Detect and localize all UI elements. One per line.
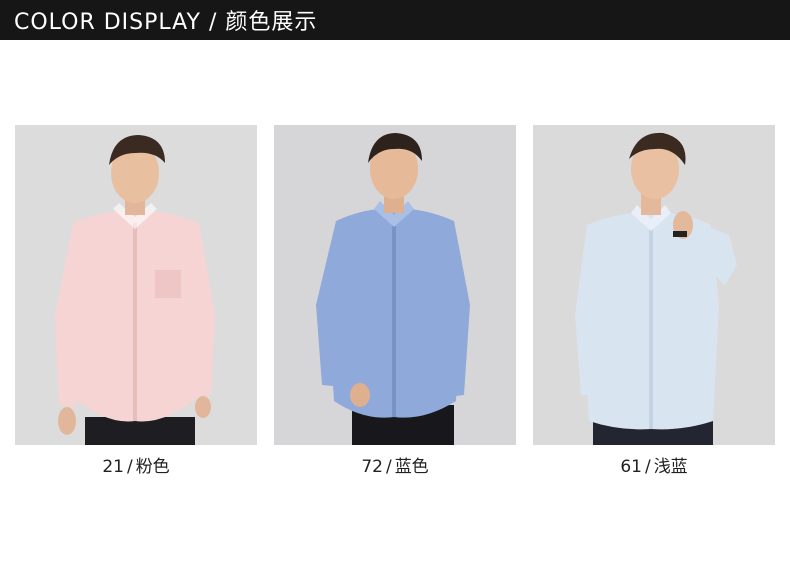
- product-photo-pink[interactable]: [15, 125, 257, 445]
- caption-separator: /: [126, 457, 133, 477]
- color-code: 61: [620, 457, 642, 477]
- product-caption: 61/浅蓝: [533, 452, 775, 477]
- model-light-blue-shirt-image: [533, 125, 775, 445]
- caption-separator: /: [385, 457, 392, 477]
- color-name: 浅蓝: [653, 457, 688, 477]
- product-caption: 72/蓝色: [274, 452, 516, 477]
- model-blue-shirt-image: [274, 125, 516, 445]
- color-name: 粉色: [135, 457, 170, 477]
- section-header: COLOR DISPLAY / 颜色展示: [0, 0, 790, 40]
- product-caption: 21/粉色: [15, 452, 257, 477]
- color-code: 72: [361, 457, 383, 477]
- model-pink-shirt-image: [15, 125, 257, 445]
- product-photo-blue[interactable]: [274, 125, 516, 445]
- caption-separator: /: [644, 457, 651, 477]
- color-code: 21: [102, 457, 124, 477]
- color-name: 蓝色: [394, 457, 429, 477]
- product-photo-light-blue[interactable]: [533, 125, 775, 445]
- section-title: COLOR DISPLAY / 颜色展示: [14, 10, 318, 35]
